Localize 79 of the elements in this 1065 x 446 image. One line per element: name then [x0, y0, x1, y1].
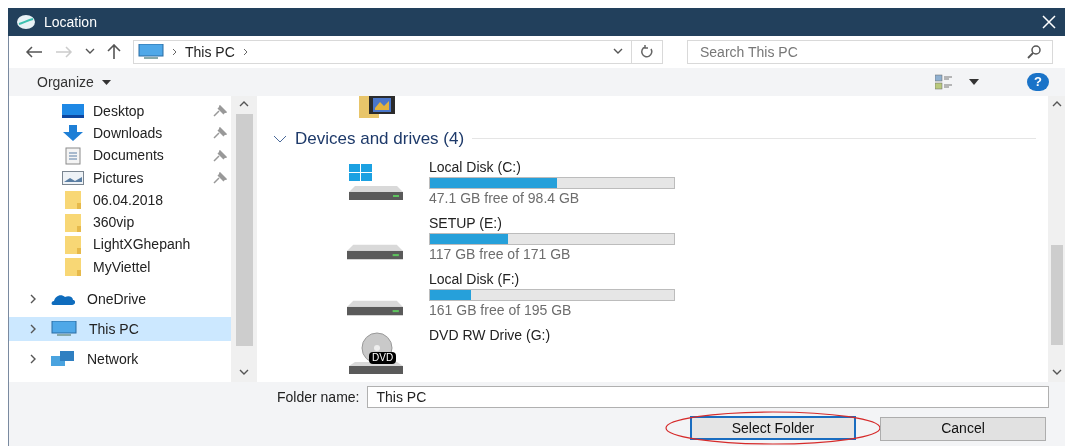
group-header[interactable]: Devices and drives (4) — [295, 126, 465, 152]
drive-name: SETUP (E:) — [429, 213, 503, 232]
sidebar-scrollbar[interactable] — [231, 96, 257, 382]
document-icon — [65, 146, 81, 165]
sidebar-item-label: 360vip — [93, 213, 136, 233]
sidebar-item[interactable]: Documents — [9, 144, 231, 167]
pin-icon[interactable] — [213, 105, 227, 118]
drive-tile[interactable]: Local Disk (F:) 161 GB free of 195 GB — [347, 267, 1048, 324]
sidebar-item-label: MyViettel — [93, 257, 152, 277]
pin-icon[interactable] — [213, 149, 227, 162]
drive-tile[interactable]: SETUP (E:) 117 GB free of 171 GB — [347, 211, 1048, 268]
refresh-icon[interactable] — [640, 45, 654, 59]
up-arrow-icon[interactable] — [107, 44, 121, 60]
organize-button[interactable]: Organize — [37, 71, 111, 93]
free-space-text: 161 GB free of 195 GB — [429, 300, 573, 319]
folder-icon — [65, 235, 81, 254]
window-title: Location — [44, 12, 97, 32]
caret-icon[interactable] — [969, 79, 979, 85]
sidebar-item-label: Pictures — [93, 168, 145, 188]
app-logo-icon — [16, 14, 36, 30]
network-icon — [51, 351, 75, 368]
view-options-icon[interactable] — [935, 74, 953, 90]
sidebar-item[interactable]: Pictures — [9, 166, 231, 190]
computer-icon — [138, 44, 164, 60]
folder-icon — [65, 213, 81, 232]
breadcrumb-chevron-icon[interactable] — [242, 48, 248, 56]
sidebar-item[interactable]: 360vip — [9, 211, 231, 234]
drive-name: Local Disk (C:) — [429, 157, 522, 176]
dialog-button[interactable]: Select Folder — [690, 416, 856, 440]
navigation-item[interactable]: Network — [9, 347, 231, 372]
sidebar-item[interactable]: Desktop — [9, 100, 231, 123]
close-icon[interactable] — [1041, 14, 1057, 30]
breadcrumb-chevron-icon[interactable] — [172, 48, 177, 56]
sidebar-item-label: LightXGhepanh — [93, 235, 192, 255]
free-space-text: 47.1 GB free of 98.4 GB — [429, 188, 581, 207]
drive-tile[interactable]: DVD DVD RW Drive (G:) — [347, 323, 1048, 380]
hard-drive-icon — [347, 299, 403, 316]
drive-name: DVD RW Drive (G:) — [429, 325, 551, 344]
address-bar[interactable]: This PC — [133, 40, 663, 64]
cloud-icon — [51, 293, 75, 306]
hard-drive-icon — [347, 243, 403, 260]
sidebar-item-label: Documents — [93, 146, 165, 166]
folder-name-label: Folder name: — [277, 387, 360, 407]
navigation-item[interactable]: This PC — [9, 317, 231, 342]
sidebar-item-label: Desktop — [93, 101, 146, 121]
video-folder-icon — [359, 96, 395, 118]
search-icon[interactable] — [1027, 45, 1041, 59]
content-scrollbar[interactable] — [1048, 96, 1065, 382]
download-arrow-icon — [62, 125, 84, 142]
sidebar-item-label: Downloads — [93, 123, 164, 143]
dialog-button[interactable]: Cancel — [880, 416, 1046, 441]
sidebar-item[interactable]: Downloads — [9, 122, 231, 145]
back-arrow-icon[interactable] — [25, 46, 43, 58]
caret-icon — [101, 79, 111, 85]
sidebar-item[interactable]: LightXGhepanh — [9, 233, 231, 257]
help-icon[interactable]: ? — [1027, 73, 1049, 91]
drive-name: Local Disk (F:) — [429, 269, 521, 288]
breadcrumb[interactable]: This PC — [185, 41, 235, 63]
sidebar-item[interactable]: MyViettel — [9, 256, 231, 279]
desktop-icon — [62, 104, 84, 119]
search-field[interactable]: Search This PC — [687, 40, 1053, 64]
folder-icon — [65, 258, 81, 277]
sidebar-item-label: 06.04.2018 — [93, 190, 165, 210]
folder-name-field[interactable]: This PC — [367, 386, 1049, 408]
free-space-text: 117 GB free of 171 GB — [429, 244, 572, 263]
collapse-chevron-icon[interactable] — [273, 133, 287, 144]
computer-icon — [51, 321, 77, 338]
scrollbar-thumb[interactable] — [235, 114, 253, 346]
pin-icon[interactable] — [213, 127, 227, 140]
navigation-item-label: OneDrive — [87, 289, 147, 309]
sidebar-item[interactable]: 06.04.2018 — [9, 189, 231, 212]
picture-icon — [62, 171, 84, 186]
navigation-item[interactable]: OneDrive — [9, 287, 231, 312]
navigation-item-label: Network — [87, 349, 139, 369]
scrollbar-thumb[interactable] — [1050, 245, 1063, 345]
drive-tile[interactable]: Local Disk (C:) 47.1 GB free of 98.4 GB — [347, 155, 1048, 212]
folder-icon — [65, 191, 81, 210]
navigation-item-label: This PC — [89, 319, 139, 339]
pin-icon[interactable] — [213, 172, 227, 185]
